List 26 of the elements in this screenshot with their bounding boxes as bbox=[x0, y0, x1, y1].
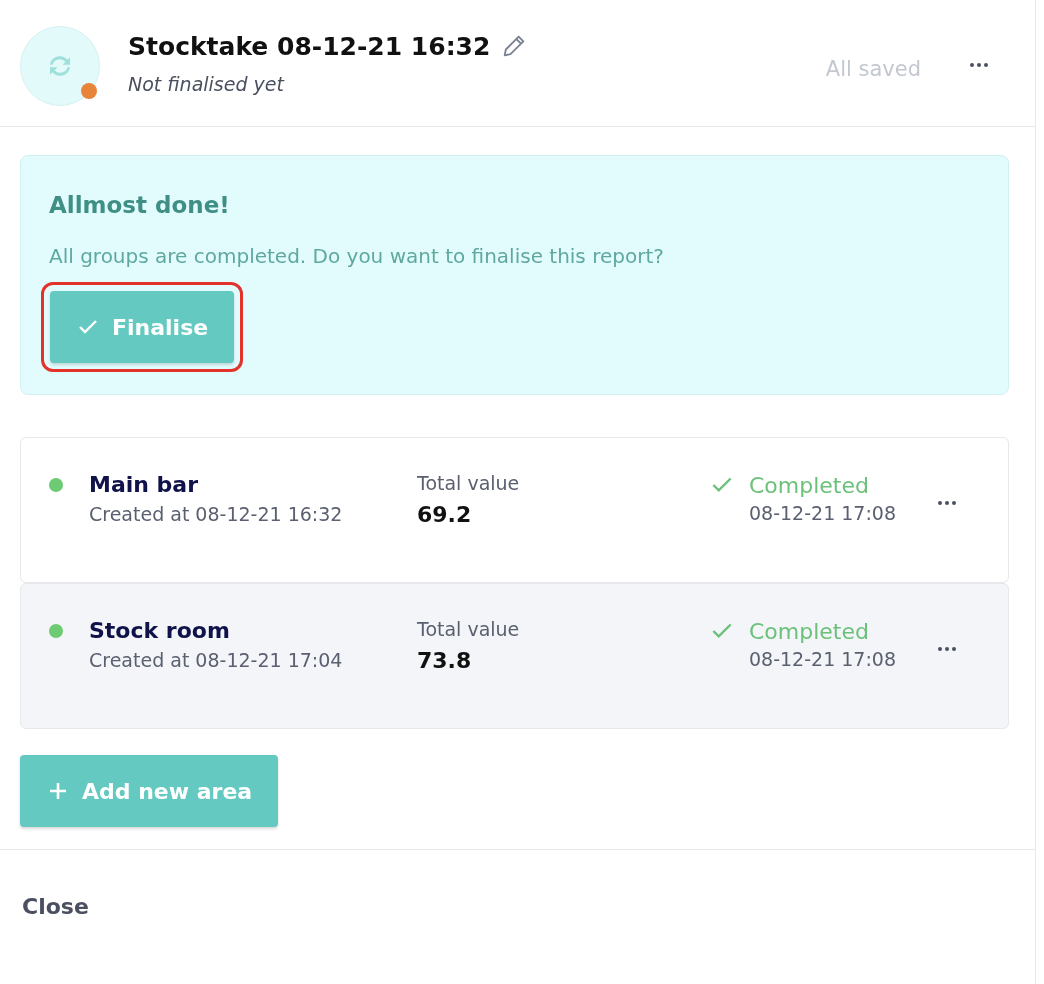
banner-message: All groups are completed. Do you want to finalise this report? bbox=[49, 244, 664, 268]
save-status: All saved bbox=[825, 57, 921, 81]
area-status: Completed bbox=[749, 472, 869, 498]
status-dot bbox=[81, 83, 97, 99]
more-icon[interactable] bbox=[969, 62, 989, 68]
value-label: Total value bbox=[417, 472, 521, 494]
area-status: Completed bbox=[749, 618, 869, 644]
total-value: 69.2 bbox=[417, 502, 473, 527]
more-icon[interactable] bbox=[937, 646, 957, 652]
area-card[interactable]: Main bar Created at 08-12-21 16:32 Total value 69.2 Completed 08-12-21 17:08 bbox=[20, 437, 1009, 583]
report-title: Stocktake 08-12-21 16:32 bbox=[128, 31, 491, 61]
created-date: Created at 08-12-21 17:04 bbox=[89, 649, 344, 671]
completed-date: 08-12-21 17:08 bbox=[749, 648, 898, 670]
total-value: 73.8 bbox=[417, 648, 473, 673]
status-dot bbox=[49, 624, 63, 638]
status-dot bbox=[49, 478, 63, 492]
close-button[interactable]: Close bbox=[22, 894, 89, 919]
value-label: Total value bbox=[417, 618, 521, 640]
area-card[interactable]: Stock room Created at 08-12-21 17:04 Total value 73.8 Completed 08-12-21 17:08 bbox=[20, 583, 1009, 729]
more-icon[interactable] bbox=[937, 500, 957, 506]
area-name: Main bar bbox=[89, 472, 200, 497]
created-date: Created at 08-12-21 16:32 bbox=[89, 503, 344, 525]
completed-date: 08-12-21 17:08 bbox=[749, 502, 898, 524]
banner-heading: Allmost done! bbox=[49, 192, 230, 218]
area-name: Stock room bbox=[89, 618, 231, 643]
report-status: Not finalised yet bbox=[128, 72, 286, 95]
